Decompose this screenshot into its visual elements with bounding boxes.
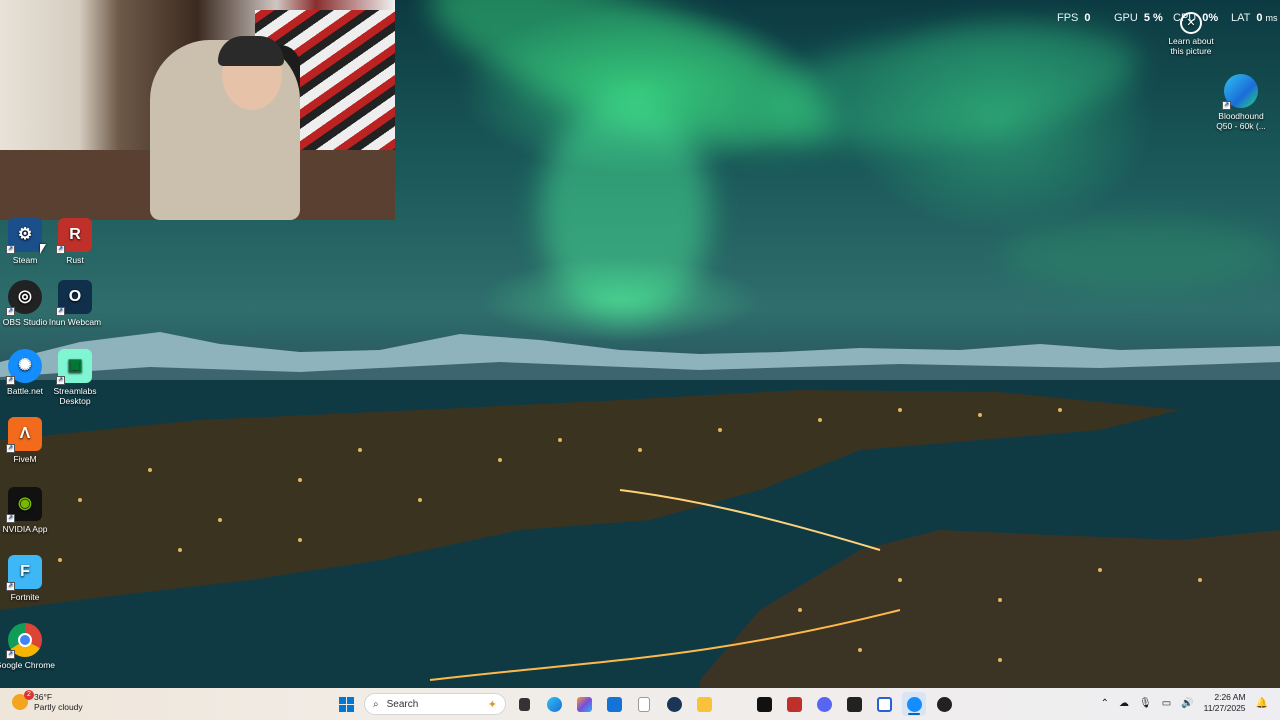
- search-box[interactable]: ⌕ Search ✦: [364, 693, 506, 715]
- fortnite-icon: F ↗: [6, 555, 42, 591]
- weather-widget[interactable]: 2 36°F Partly cloudy: [12, 690, 83, 712]
- search-icon: ⌕: [373, 698, 379, 710]
- desktop-icon-chrome[interactable]: ↗ Google Chrome: [0, 623, 55, 670]
- store-icon: [606, 696, 622, 712]
- app-icon: [876, 696, 892, 712]
- system-tray: ⌃ ☁ 🎙 ▭ 🔊 2:26 AM 11/27/2025 🔔: [1101, 692, 1268, 714]
- fivem-icon: Λ ↗: [6, 417, 42, 453]
- rust-icon: R ↗: [56, 218, 92, 254]
- notification-bell-icon[interactable]: 🔔: [1256, 698, 1268, 709]
- taskbar-steam[interactable]: [662, 692, 686, 716]
- desktop-icon-streamlabs[interactable]: ▣ ↗ Streamlabs Desktop: [45, 349, 105, 406]
- weather-temp: 36°F: [34, 692, 53, 702]
- taskbar-apps: ⌕ Search ✦: [334, 692, 956, 716]
- latency-readout: LAT 0 ms: [1231, 12, 1278, 24]
- clock-date: 11/27/2025: [1203, 703, 1246, 713]
- taskbar-discord[interactable]: [812, 692, 836, 716]
- desktop-icon-fortnite[interactable]: F ↗ Fortnite: [0, 555, 55, 602]
- taskbar-epic-games[interactable]: [842, 692, 866, 716]
- taskbar-notepad[interactable]: [632, 692, 656, 716]
- clock[interactable]: 2:26 AM 11/27/2025: [1204, 692, 1246, 714]
- city-lights: [0, 380, 1280, 688]
- desktop-icon-rust[interactable]: R ↗ Rust: [45, 218, 105, 265]
- tiktok-icon: [756, 696, 772, 712]
- discord-icon: [816, 696, 832, 712]
- onedrive-icon[interactable]: ☁: [1119, 698, 1129, 709]
- taskbar-tiktok[interactable]: [752, 692, 776, 716]
- desktop-icon-bloodhound[interactable]: ↗ Bloodhound Q50 - 60k (...: [1211, 74, 1271, 131]
- network-icon[interactable]: ▭: [1162, 698, 1171, 709]
- taskbar: 2 36°F Partly cloudy ⌕ Search ✦ ⌃ ☁ 🎙 ▭ …: [0, 688, 1280, 720]
- active-indicator: [908, 713, 920, 715]
- learn-about-picture[interactable]: ✕ Learn about this picture: [1162, 12, 1220, 56]
- desktop-icon-inun-webcam[interactable]: O ↗ Inun Webcam: [45, 280, 105, 327]
- steam-icon: [666, 696, 682, 712]
- camera-icon: ✕: [1180, 12, 1202, 34]
- weather-desc: Partly cloudy: [34, 702, 83, 712]
- obs-icon: ◎ ↗: [6, 280, 42, 316]
- folder-icon: [696, 696, 712, 712]
- copilot-icon: [576, 696, 592, 712]
- chevron-up-icon[interactable]: ⌃: [1101, 698, 1109, 709]
- search-highlight-icon: ✦: [487, 698, 497, 711]
- taskbar-rust[interactable]: [782, 692, 806, 716]
- start-button[interactable]: [334, 692, 358, 716]
- taskbar-battlenet[interactable]: [902, 692, 926, 716]
- search-placeholder: Search: [386, 698, 419, 710]
- nvidia-icon: ◉ ↗: [6, 487, 42, 523]
- streamlabs-icon: ▣ ↗: [56, 349, 92, 385]
- task-view-button[interactable]: [512, 692, 536, 716]
- chrome-icon: ↗: [6, 623, 42, 659]
- volume-icon[interactable]: 🔊: [1181, 698, 1193, 709]
- edge-icon: [546, 696, 562, 712]
- clock-time: 2:26 AM: [1214, 692, 1246, 702]
- taskbar-edge[interactable]: [542, 692, 566, 716]
- taskbar-file-explorer[interactable]: [692, 692, 716, 716]
- taskbar-obs[interactable]: [932, 692, 956, 716]
- microphone-icon[interactable]: 🎙: [1139, 698, 1152, 709]
- desktop-icon-nvidia[interactable]: ◉ ↗ NVIDIA App: [0, 487, 55, 534]
- webcam-icon: O ↗: [56, 280, 92, 316]
- gpu-readout: GPU 5 %: [1114, 12, 1163, 24]
- taskbar-copilot[interactable]: [572, 692, 596, 716]
- notification-badge: 2: [24, 690, 34, 700]
- fps-readout: FPS 0: [1057, 12, 1091, 24]
- desktop-icon-fivem[interactable]: Λ ↗ FiveM: [0, 417, 55, 464]
- battlenet-icon: ✺ ↗: [6, 349, 42, 385]
- taskbar-app-blue[interactable]: [872, 692, 896, 716]
- windows-icon: [338, 696, 354, 712]
- rust-icon: [786, 696, 802, 712]
- notepad-icon: [638, 696, 650, 712]
- taskbar-store[interactable]: [602, 692, 626, 716]
- mouse-cursor: [40, 244, 46, 254]
- epic-games-icon: [846, 696, 862, 712]
- taskbar-empty: [722, 692, 746, 716]
- weather-icon: 2: [12, 690, 34, 710]
- obs-icon: [936, 696, 952, 712]
- battlenet-icon: [906, 696, 922, 712]
- edge-icon: ↗: [1222, 74, 1258, 110]
- steam-icon: ⚙ ↗: [6, 218, 42, 254]
- webcam-feed: [0, 0, 395, 220]
- task-view-icon: [518, 697, 530, 711]
